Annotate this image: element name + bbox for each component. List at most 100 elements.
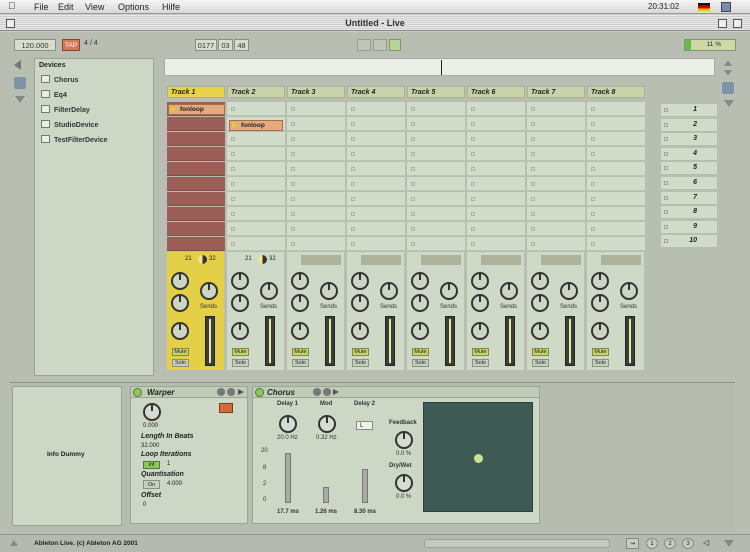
pan-knob[interactable] [260,282,278,300]
send-a-knob[interactable] [471,272,489,290]
warper-expand-icon[interactable] [238,389,244,395]
send-b-knob[interactable] [591,294,609,312]
send-b-knob[interactable] [171,294,189,312]
volume-knob[interactable] [411,322,429,340]
page-1-button[interactable]: 1 [646,538,658,549]
send-a-knob[interactable] [591,272,609,290]
page-3-button[interactable]: 3 [682,538,694,549]
key-map-icon[interactable]: ↝ [626,538,639,549]
length-value[interactable]: 32.000 [141,443,159,449]
quant-value[interactable]: 4.000 [167,481,182,487]
loop-toggle[interactable]: inf [143,461,160,469]
delay2-mode-select[interactable]: L [356,421,373,430]
clip-status-row[interactable]: 21 32 [169,255,223,265]
clip-status-row[interactable] [601,255,641,265]
pan-knob[interactable] [440,282,458,300]
volume-knob[interactable] [531,322,549,340]
volume-knob[interactable] [231,322,249,340]
solo-button[interactable]: Solo [412,359,429,367]
clip-status-row[interactable] [541,255,581,265]
pan-knob[interactable] [620,282,638,300]
mute-button[interactable]: Mute [352,348,369,356]
send-a-knob[interactable] [231,272,249,290]
status-scrollbar[interactable] [424,539,610,548]
mute-button[interactable]: Mute [232,348,249,356]
volume-knob[interactable] [291,322,309,340]
delay1-freq-knob[interactable] [279,415,297,433]
solo-button[interactable]: Solo [472,359,489,367]
mod-slider[interactable] [323,487,329,503]
send-a-knob[interactable] [531,272,549,290]
quant-toggle[interactable]: On [143,480,160,489]
warper-power-icon[interactable] [133,388,142,397]
menu-hilfe[interactable]: Hilfe [162,2,180,12]
loop-value[interactable]: 1 [167,461,170,467]
page-2-button[interactable]: 2 [664,538,676,549]
mute-button[interactable]: Mute [592,348,609,356]
collapse-box-icon[interactable] [733,19,742,28]
apple-menu-icon[interactable]:  [8,1,16,12]
menu-file[interactable]: File [34,2,49,12]
solo-button[interactable]: Solo [232,359,249,367]
solo-button[interactable]: Solo [532,359,549,367]
volume-knob[interactable] [591,322,609,340]
xy-pad-handle[interactable] [474,454,483,463]
solo-button[interactable]: Solo [592,359,609,367]
clip-status-row[interactable] [481,255,521,265]
mute-button[interactable]: Mute [292,348,309,356]
volume-knob[interactable] [351,322,369,340]
status-up-icon[interactable] [10,540,18,546]
volume-knob[interactable] [471,322,489,340]
clip-status-row[interactable]: 21 32 [229,255,283,265]
warper-save-icon[interactable] [217,388,225,396]
pan-knob[interactable] [200,282,218,300]
warper-red-button[interactable] [219,403,233,413]
clip-status-row[interactable] [421,255,461,265]
send-a-knob[interactable] [351,272,369,290]
offset-value[interactable]: 0 [143,502,146,508]
delay1-slider[interactable] [285,453,291,503]
menu-edit[interactable]: Edit [58,2,74,12]
menu-view[interactable]: View [85,2,104,12]
send-b-knob[interactable] [231,294,249,312]
menu-options[interactable]: Options [118,2,149,12]
send-b-knob[interactable] [411,294,429,312]
mute-button[interactable]: Mute [412,348,429,356]
delay2-slider[interactable] [362,469,368,503]
finder-icon[interactable] [721,2,731,12]
xy-pad[interactable] [423,402,533,512]
solo-button[interactable]: Solo [172,359,189,367]
send-b-knob[interactable] [471,294,489,312]
pan-knob[interactable] [500,282,518,300]
pan-knob[interactable] [320,282,338,300]
drywet-knob[interactable] [395,474,413,492]
send-b-knob[interactable] [291,294,309,312]
clip-status-row[interactable] [361,255,401,265]
send-b-knob[interactable] [351,294,369,312]
chorus-help-icon[interactable] [323,388,331,396]
mute-button[interactable]: Mute [172,348,189,356]
send-a-knob[interactable] [411,272,429,290]
solo-button[interactable]: Solo [352,359,369,367]
pan-knob[interactable] [380,282,398,300]
mute-button[interactable]: Mute [532,348,549,356]
solo-button[interactable]: Solo [292,359,309,367]
send-a-knob[interactable] [291,272,309,290]
speaker-icon[interactable]: ◁ [703,538,715,549]
status-down-icon[interactable] [724,540,734,547]
chorus-expand-icon[interactable] [333,389,339,395]
warper-knob[interactable] [143,403,161,421]
send-b-knob[interactable] [531,294,549,312]
flag-icon[interactable] [698,3,710,11]
send-a-knob[interactable] [171,272,189,290]
chorus-power-icon[interactable] [255,388,264,397]
pan-knob[interactable] [560,282,578,300]
warper-help-icon[interactable] [227,388,235,396]
zoom-box-icon[interactable] [718,19,727,28]
volume-knob[interactable] [171,322,189,340]
feedback-knob[interactable] [395,431,413,449]
chorus-save-icon[interactable] [313,388,321,396]
mod-freq-knob[interactable] [318,415,336,433]
mute-button[interactable]: Mute [472,348,489,356]
clip-status-row[interactable] [301,255,341,265]
